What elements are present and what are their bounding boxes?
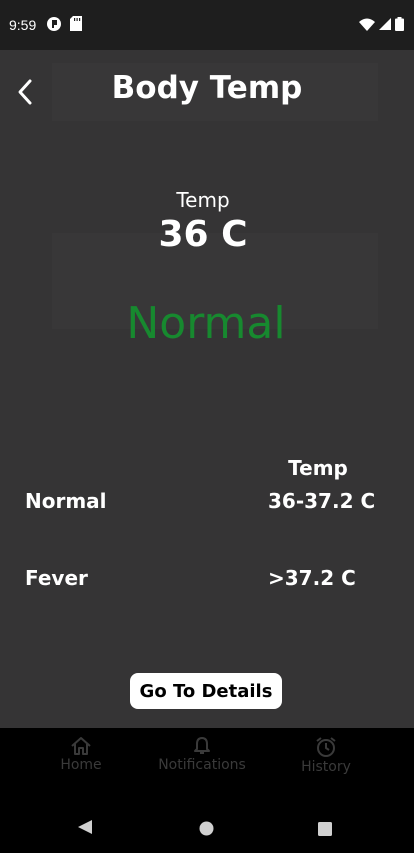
tab-home-label: Home <box>60 757 102 773</box>
status-bar: 9:59 <box>0 0 414 50</box>
tab-notifications-label: Notifications <box>158 757 246 773</box>
nav-recents-button[interactable] <box>318 822 332 836</box>
battery-icon <box>395 17 404 31</box>
tab-history[interactable]: History <box>271 728 381 790</box>
tab-notifications[interactable]: Notifications <box>147 728 257 790</box>
status-time: 9:59 <box>9 17 37 33</box>
system-nav-bar <box>0 790 414 853</box>
nav-home-button[interactable] <box>199 821 214 836</box>
sd-card-icon <box>70 16 82 31</box>
wifi-icon <box>359 18 375 31</box>
main-screen <box>0 50 414 728</box>
temp-value: 36 C <box>158 214 248 255</box>
tab-home[interactable]: Home <box>26 728 136 790</box>
app-notification-icon <box>47 17 61 31</box>
temp-label: Temp <box>176 188 230 212</box>
home-icon <box>71 737 91 755</box>
status-icons-right <box>359 17 404 31</box>
reference-row-value: >37.2 C <box>268 566 356 590</box>
signal-icon <box>379 18 391 30</box>
reference-row-label: Fever <box>25 566 88 590</box>
reference-row-value: 36-37.2 C <box>268 489 376 513</box>
bottom-tab-bar: Home Notifications History <box>0 728 414 790</box>
page-title: Body Temp <box>111 70 303 106</box>
alarm-clock-icon <box>316 737 336 757</box>
go-to-details-button[interactable]: Go To Details <box>130 673 282 709</box>
nav-back-button[interactable] <box>77 819 93 835</box>
reference-column-header: Temp <box>288 456 348 480</box>
temp-status: Normal <box>126 298 286 349</box>
tab-history-label: History <box>301 759 351 775</box>
bell-icon <box>194 737 210 754</box>
reference-row-label: Normal <box>25 489 107 513</box>
status-icons-left <box>46 16 82 32</box>
